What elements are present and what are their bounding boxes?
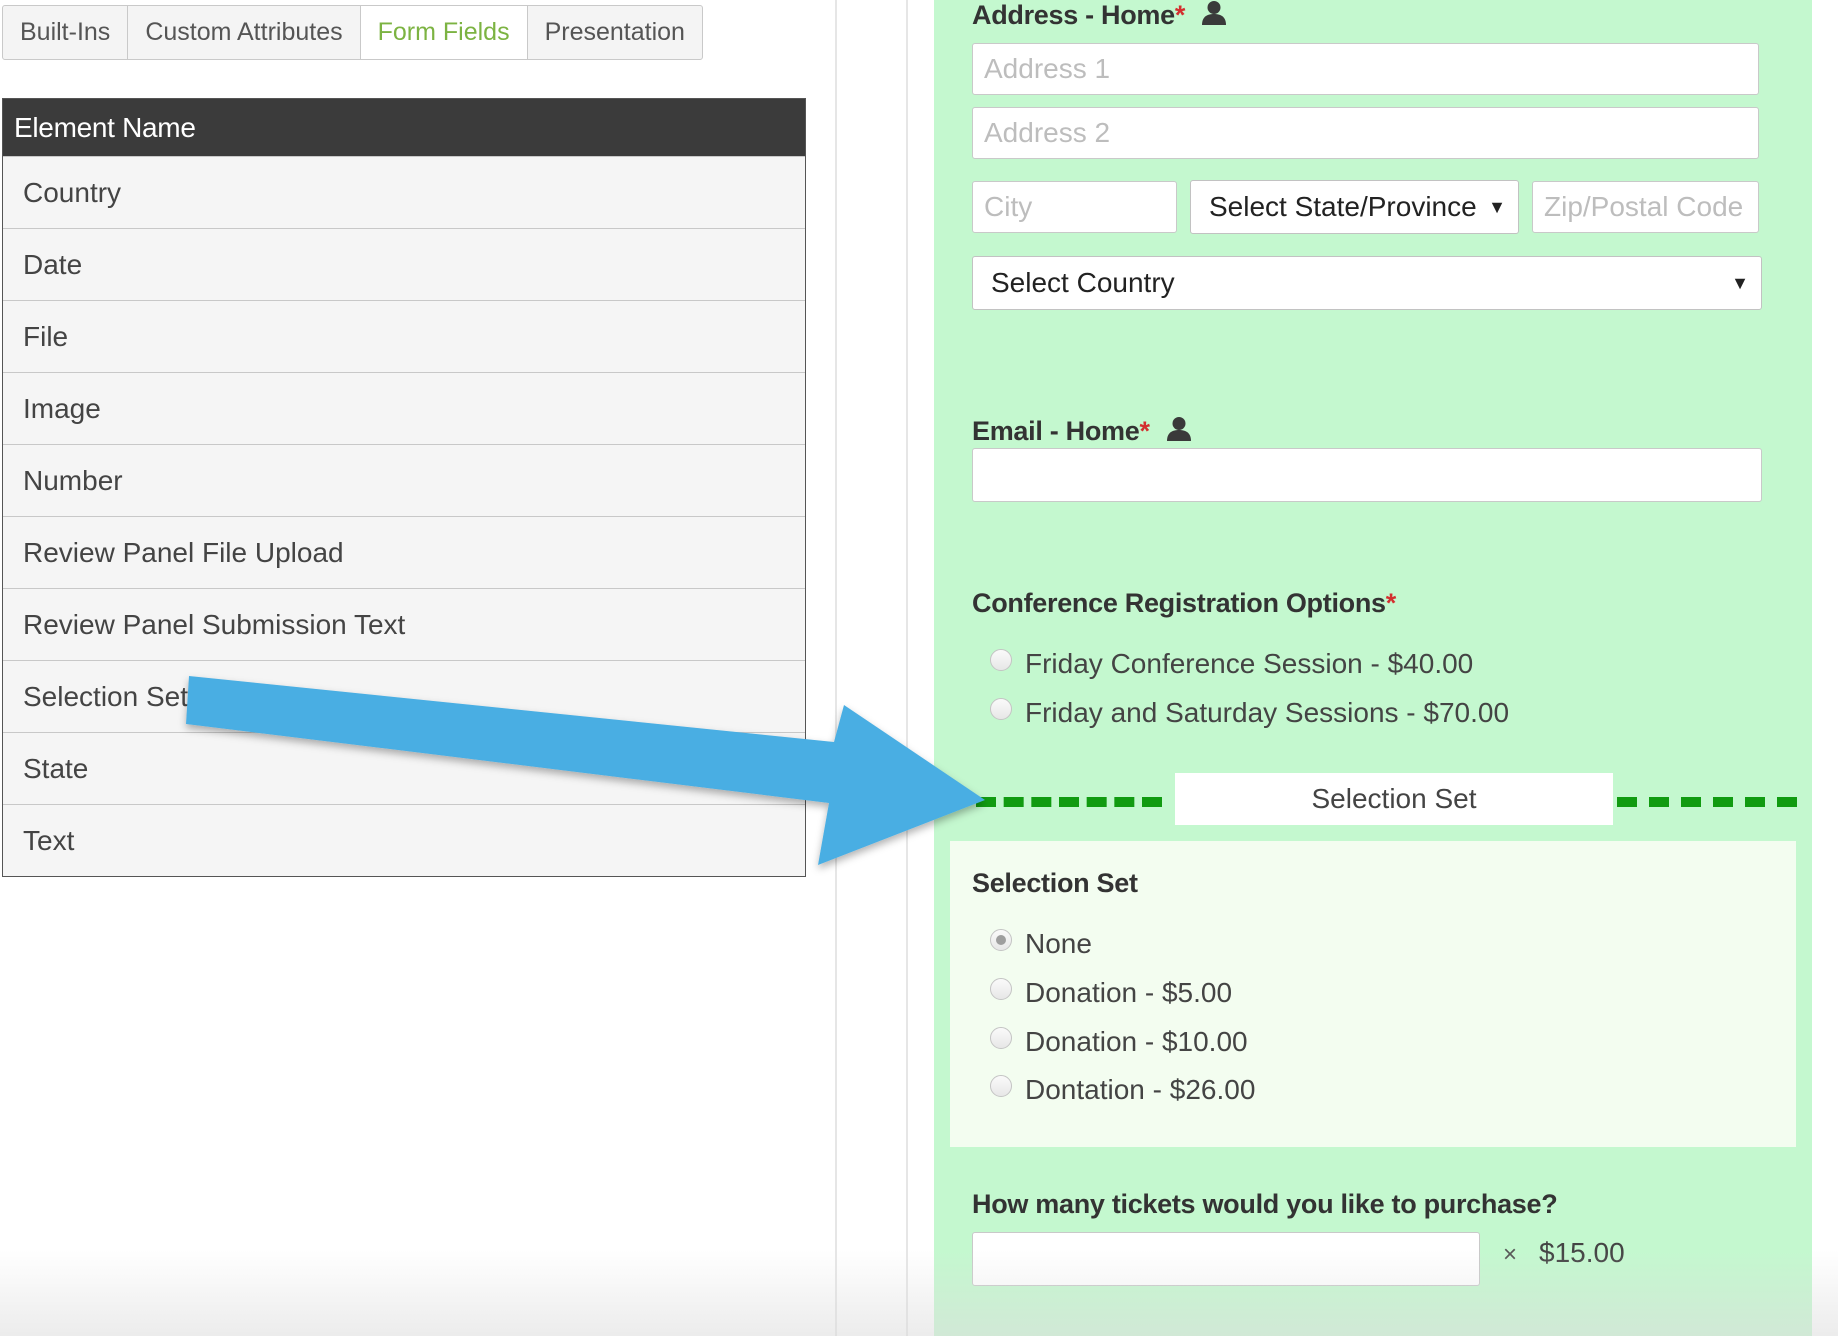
caret-down-icon: ▼ [1488, 197, 1506, 217]
element-row-country[interactable]: Country [3, 156, 805, 228]
zip-input[interactable]: Zip/Postal Code [1532, 181, 1759, 233]
tab-built-ins[interactable]: Built-Ins [3, 6, 129, 59]
address1-input[interactable]: Address 1 [972, 43, 1759, 95]
selection-set-option-label: Donation - $5.00 [1025, 977, 1233, 1008]
conference-label: Conference Registration Options* [972, 588, 1396, 619]
conference-option[interactable]: Friday Conference Session - $40.00 [990, 648, 1473, 680]
drop-indicator-line [1617, 797, 1797, 807]
country-select[interactable]: Select Country ▼ [972, 256, 1762, 310]
caret-down-icon: ▼ [1731, 273, 1749, 293]
ticket-price: $15.00 [1539, 1237, 1625, 1268]
person-icon [1202, 1, 1227, 25]
tab-custom-attributes[interactable]: Custom Attributes [128, 6, 361, 59]
palette-tabs: Built-Ins Custom Attributes Form Fields … [2, 5, 703, 60]
address2-input[interactable]: Address 2 [972, 107, 1759, 159]
address-label: Address - Home* [972, 0, 1227, 31]
element-row-text[interactable]: Text [3, 804, 805, 876]
drop-indicator-line [976, 797, 1162, 807]
element-name-table: Element Name Country Date File Image Num… [2, 98, 806, 877]
selection-set-label: Selection Set [972, 868, 1138, 898]
selection-set-option[interactable]: Dontation - $26.00 [990, 1074, 1255, 1106]
selection-set-option[interactable]: Donation - $5.00 [990, 977, 1232, 1009]
conference-option-label: Friday Conference Session - $40.00 [1025, 648, 1474, 679]
element-row-number[interactable]: Number [3, 444, 805, 516]
person-icon [1166, 417, 1191, 441]
element-row-selection-set[interactable]: Selection Set [3, 660, 805, 732]
conference-option[interactable]: Friday and Saturday Sessions - $70.00 [990, 697, 1509, 729]
tickets-quantity-input[interactable] [972, 1232, 1480, 1286]
address-label-text: Address - Home [972, 0, 1175, 30]
element-row-date[interactable]: Date [3, 228, 805, 300]
conference-label-text: Conference Registration Options [972, 588, 1386, 618]
radio-button[interactable] [990, 698, 1012, 720]
element-row-image[interactable]: Image [3, 372, 805, 444]
tab-presentation[interactable]: Presentation [528, 6, 702, 59]
element-name-header: Element Name [3, 99, 805, 156]
required-asterisk: * [1174, 0, 1186, 30]
email-input[interactable] [972, 448, 1762, 502]
required-asterisk: * [1385, 588, 1397, 618]
multiply-sign: × [1503, 1241, 1518, 1268]
panel-divider [906, 0, 908, 1336]
element-row-state[interactable]: State [3, 732, 805, 804]
state-select-value: Select State/Province [1209, 191, 1477, 222]
radio-button[interactable] [990, 1075, 1012, 1097]
required-asterisk: * [1139, 416, 1150, 446]
radio-button[interactable] [990, 649, 1012, 671]
tickets-label: How many tickets would you like to purch… [972, 1189, 1558, 1219]
selection-set-option-label: Donation - $10.00 [1025, 1026, 1248, 1057]
selection-set-option[interactable]: Donation - $10.00 [990, 1026, 1248, 1058]
form-preview: Address - Home* Address 1 Address 2 City… [934, 0, 1812, 1336]
selection-set-option-label: Dontation - $26.00 [1025, 1074, 1256, 1105]
email-label: Email - Home* [972, 416, 1191, 447]
element-row-review-panel-submission-text[interactable]: Review Panel Submission Text [3, 588, 805, 660]
panel-divider [835, 0, 837, 1336]
conference-option-label: Friday and Saturday Sessions - $70.00 [1025, 697, 1510, 728]
drop-indicator-label: Selection Set [1175, 773, 1613, 825]
element-row-review-panel-file-upload[interactable]: Review Panel File Upload [3, 516, 805, 588]
country-select-value: Select Country [991, 267, 1175, 298]
city-input[interactable]: City [972, 181, 1177, 233]
selection-set-option[interactable]: None [990, 928, 1092, 960]
radio-button[interactable] [990, 1027, 1012, 1049]
state-select[interactable]: Select State/Province ▼ [1190, 180, 1519, 234]
radio-button[interactable] [990, 929, 1012, 951]
element-row-file[interactable]: File [3, 300, 805, 372]
selection-set-option-label: None [1025, 928, 1092, 959]
tab-form-fields[interactable]: Form Fields [360, 6, 528, 59]
radio-button[interactable] [990, 978, 1012, 1000]
email-label-text: Email - Home [972, 416, 1140, 446]
